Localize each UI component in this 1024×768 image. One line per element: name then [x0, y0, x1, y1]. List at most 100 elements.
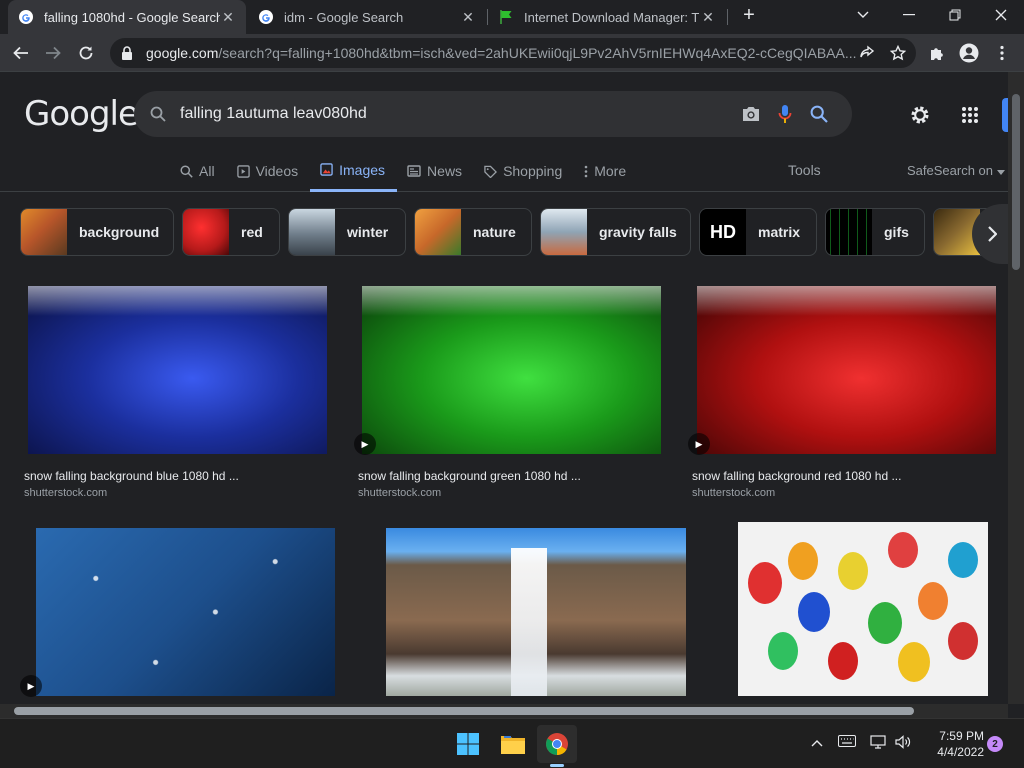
search-input[interactable] — [180, 105, 734, 123]
network-icon[interactable] — [870, 735, 886, 752]
search-type-tabs: All Videos Images News Shopping More — [180, 160, 648, 192]
clock-date: 4/4/2022 — [937, 745, 984, 759]
file-explorer-icon[interactable] — [493, 725, 533, 763]
safesearch-toggle[interactable]: SafeSearch on — [907, 163, 1005, 178]
chip-thumbnail: HD — [700, 209, 746, 255]
address-bar[interactable]: google.com/search?q=falling+1080hd&tbm=i… — [110, 38, 916, 68]
tab-falling-search[interactable]: falling 1080hd - Google Search ✕ — [8, 0, 246, 34]
system-clock[interactable]: 7:59 PM 4/4/2022 — [924, 728, 984, 760]
tab-more[interactable]: More — [584, 160, 638, 192]
windows-start-icon[interactable] — [448, 725, 488, 763]
result-thumbnail[interactable] — [738, 522, 988, 696]
restore-icon[interactable] — [932, 0, 978, 30]
tab-title: Internet Download Manager: The — [524, 9, 700, 25]
google-header: Google All Videos Images — [0, 72, 1008, 192]
camera-icon[interactable] — [734, 105, 768, 123]
tab-idm-site[interactable]: Internet Download Manager: The ✕ — [488, 0, 726, 34]
balloon — [748, 562, 782, 604]
snow-overlay — [362, 286, 661, 316]
bookmark-star-icon[interactable] — [883, 38, 913, 68]
tab-shopping[interactable]: Shopping — [484, 160, 574, 192]
chip-label: matrix — [758, 224, 801, 240]
browser-tab-strip: falling 1080hd - Google Search ✕ idm - G… — [0, 0, 1024, 34]
volume-icon[interactable] — [895, 735, 911, 752]
settings-gear-icon[interactable] — [907, 102, 933, 128]
chip-thumbnail — [183, 209, 229, 255]
horizontal-scroll-thumb[interactable] — [14, 707, 914, 715]
result-source[interactable]: shutterstock.com — [24, 487, 107, 499]
notification-badge[interactable]: 2 — [987, 736, 1003, 752]
tab-images[interactable]: Images — [310, 160, 398, 192]
horizontal-scrollbar[interactable] — [0, 704, 1008, 718]
balloon — [868, 602, 902, 644]
chip-label: background — [79, 224, 160, 240]
chip-red[interactable]: red — [182, 208, 280, 256]
tab-all[interactable]: All — [180, 160, 227, 192]
tab-search-icon[interactable] — [840, 0, 886, 30]
microphone-icon[interactable] — [768, 104, 802, 124]
extensions-puzzle-icon[interactable] — [922, 38, 952, 68]
new-tab-button[interactable]: + — [726, 0, 772, 30]
chip-thumbnail — [289, 209, 335, 255]
browser-menu-icon[interactable] — [987, 38, 1017, 68]
chip-label: red — [241, 224, 263, 240]
safesearch-label: SafeSearch on — [907, 163, 994, 178]
search-icon — [150, 106, 166, 122]
search-box[interactable] — [134, 91, 852, 137]
chip-gifs[interactable]: gifs — [825, 208, 925, 256]
tab-title: idm - Google Search — [284, 9, 404, 25]
close-window-icon[interactable] — [978, 0, 1024, 30]
profile-avatar-icon[interactable] — [954, 38, 984, 68]
tab-idm-search[interactable]: idm - Google Search ✕ — [248, 0, 486, 34]
result-caption[interactable]: snow falling background blue 1080 hd ... — [24, 469, 239, 483]
forward-arrow-icon[interactable] — [38, 38, 68, 68]
snow-overlay — [28, 286, 327, 316]
keyboard-icon[interactable] — [838, 735, 856, 750]
share-icon[interactable] — [852, 38, 882, 68]
back-arrow-icon[interactable] — [6, 38, 36, 68]
chip-matrix[interactable]: HD matrix — [699, 208, 817, 256]
close-tab-icon[interactable]: ✕ — [220, 9, 236, 26]
close-tab-icon[interactable]: ✕ — [460, 9, 476, 26]
play-icon: ▶ — [354, 433, 376, 455]
apps-grid-icon[interactable] — [957, 102, 983, 128]
image-icon — [320, 163, 333, 176]
waterfall — [511, 548, 547, 696]
chrome-taskbar-icon[interactable] — [537, 725, 577, 763]
vertical-scrollbar[interactable] — [1008, 72, 1024, 704]
result-caption[interactable]: snow falling background green 1080 hd ..… — [358, 469, 581, 483]
show-hidden-icons-chevron-icon[interactable] — [811, 735, 823, 750]
result-source[interactable]: shutterstock.com — [692, 487, 775, 499]
chip-thumbnail — [21, 209, 67, 255]
tab-label: Videos — [255, 163, 299, 179]
google-favicon-icon — [259, 10, 273, 24]
flag-favicon-icon — [500, 10, 512, 24]
reload-icon[interactable] — [71, 38, 101, 68]
vertical-scroll-thumb[interactable] — [1012, 94, 1020, 270]
chip-background[interactable]: background — [20, 208, 174, 256]
result-source[interactable]: shutterstock.com — [358, 487, 441, 499]
balloon — [828, 642, 858, 680]
search-submit-icon[interactable] — [802, 105, 836, 123]
tab-videos[interactable]: Videos — [236, 160, 311, 192]
browser-toolbar: google.com/search?q=falling+1080hd&tbm=i… — [0, 34, 1024, 72]
chip-winter[interactable]: winter — [288, 208, 406, 256]
tools-button[interactable]: Tools — [788, 162, 821, 178]
chip-gravity-falls[interactable]: gravity falls — [540, 208, 691, 256]
tab-label: More — [594, 163, 627, 179]
google-favicon-icon — [19, 10, 33, 24]
result-caption[interactable]: snow falling background red 1080 hd ... — [692, 469, 901, 483]
chip-nature[interactable]: nature — [414, 208, 532, 256]
minimize-icon[interactable] — [886, 0, 932, 30]
result-thumbnail[interactable] — [36, 528, 335, 696]
balloon — [898, 642, 930, 682]
snow-overlay — [697, 286, 996, 316]
dropdown-caret-icon — [996, 170, 1005, 175]
url-domain: google.com — [146, 45, 219, 61]
google-logo[interactable]: Google — [24, 94, 139, 134]
tab-news[interactable]: News — [407, 160, 474, 192]
chip-thumbnail — [415, 209, 461, 255]
close-tab-icon[interactable]: ✕ — [700, 9, 716, 26]
tag-icon — [484, 165, 498, 178]
tab-title: falling 1080hd - Google Search — [44, 9, 220, 25]
